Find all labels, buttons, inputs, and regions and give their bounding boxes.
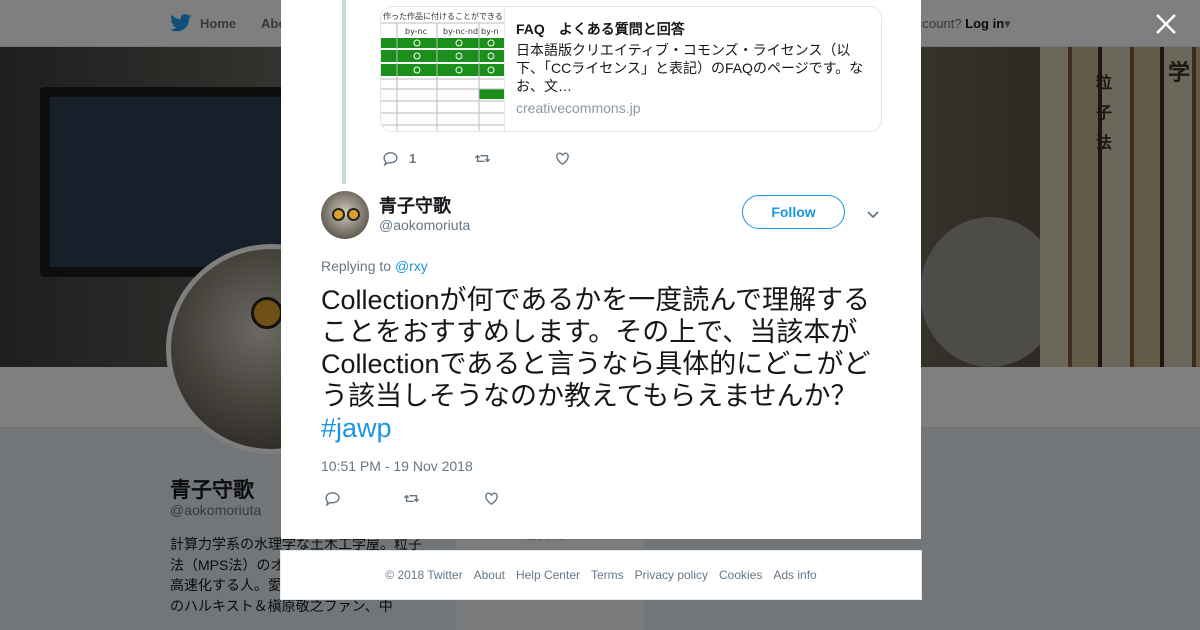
- like-action[interactable]: [483, 490, 500, 507]
- retweet-action[interactable]: [474, 150, 491, 167]
- retweet-icon: [475, 154, 491, 163]
- close-icon[interactable]: [1152, 10, 1180, 38]
- tweet-author-handle[interactable]: @aokomoriuta: [379, 217, 470, 233]
- card-title: FAQ よくある質問と回答: [516, 21, 685, 37]
- card-description: 日本語版クリエイティブ・コモンズ・ライセンス（以下、「CCライセンス」と表記）の…: [516, 42, 864, 94]
- tweet-text: Collectionが何であるかを一度読んで理解することをおすすめします。その上…: [321, 284, 891, 444]
- reply-count: 1: [409, 151, 417, 166]
- thumb-col: by-n: [481, 27, 499, 36]
- thumb-col: by-nc-nd: [443, 27, 478, 36]
- like-icon: [485, 492, 498, 506]
- card-domain: creativecommons.jp: [516, 100, 641, 116]
- reply-icon: [383, 152, 398, 167]
- hashtag-link[interactable]: #jawp: [321, 413, 392, 443]
- card-thumbnail: 作った作品に付けることができる by-nc by-nc-nd by-n: [381, 7, 505, 131]
- retweet-action[interactable]: [403, 490, 420, 507]
- cc-license-table-thumbnail: 作った作品に付けることができる by-nc by-nc-nd by-n: [381, 7, 504, 131]
- footer-link-help-center[interactable]: Help Center: [516, 568, 580, 582]
- thumb-header: 作った作品に付けることができる: [383, 11, 503, 21]
- reply-action[interactable]: [324, 490, 341, 507]
- tweet-author-name[interactable]: 青子守歌: [379, 192, 451, 218]
- footer-link-about[interactable]: About: [474, 568, 505, 582]
- tweet-actions: [324, 490, 500, 507]
- replying-to: Replying to @rxy: [321, 258, 428, 274]
- tweet-timestamp[interactable]: 10:51 PM - 19 Nov 2018: [321, 458, 473, 474]
- reply-icon: [325, 492, 340, 507]
- footer-copyright: © 2018 Twitter: [385, 568, 463, 582]
- avatar-owl-eye: [347, 208, 360, 221]
- tweet-permalink-modal: 作った作品に付けることができる by-nc by-nc-nd by-n FAQ …: [281, 0, 921, 539]
- replying-to-user-link[interactable]: @rxy: [395, 258, 428, 274]
- thread-connector: [342, 0, 346, 184]
- link-preview-card[interactable]: 作った作品に付けることができる by-nc by-nc-nd by-n FAQ …: [380, 6, 882, 132]
- prev-tweet-actions: 1: [382, 150, 571, 167]
- tweet-author-avatar[interactable]: [321, 191, 369, 239]
- retweet-icon: [403, 494, 420, 503]
- replying-to-label: Replying to: [321, 258, 392, 274]
- footer-link-ads-info[interactable]: Ads info: [773, 568, 816, 582]
- footer-link-privacy[interactable]: Privacy policy: [635, 568, 708, 582]
- like-action[interactable]: [554, 150, 571, 167]
- avatar-owl-eye: [332, 208, 345, 221]
- thumb-col: by-nc: [405, 27, 427, 36]
- modal-footer: © 2018 Twitter About Help Center Terms P…: [280, 550, 922, 600]
- chevron-down-icon[interactable]: [865, 207, 881, 223]
- reply-action[interactable]: 1: [382, 150, 416, 167]
- tweet-body: Collectionが何であるかを一度読んで理解することをおすすめします。その上…: [321, 285, 871, 411]
- footer-link-terms[interactable]: Terms: [591, 568, 624, 582]
- follow-button[interactable]: Follow: [742, 195, 845, 229]
- like-icon: [556, 152, 570, 166]
- footer-link-cookies[interactable]: Cookies: [719, 568, 762, 582]
